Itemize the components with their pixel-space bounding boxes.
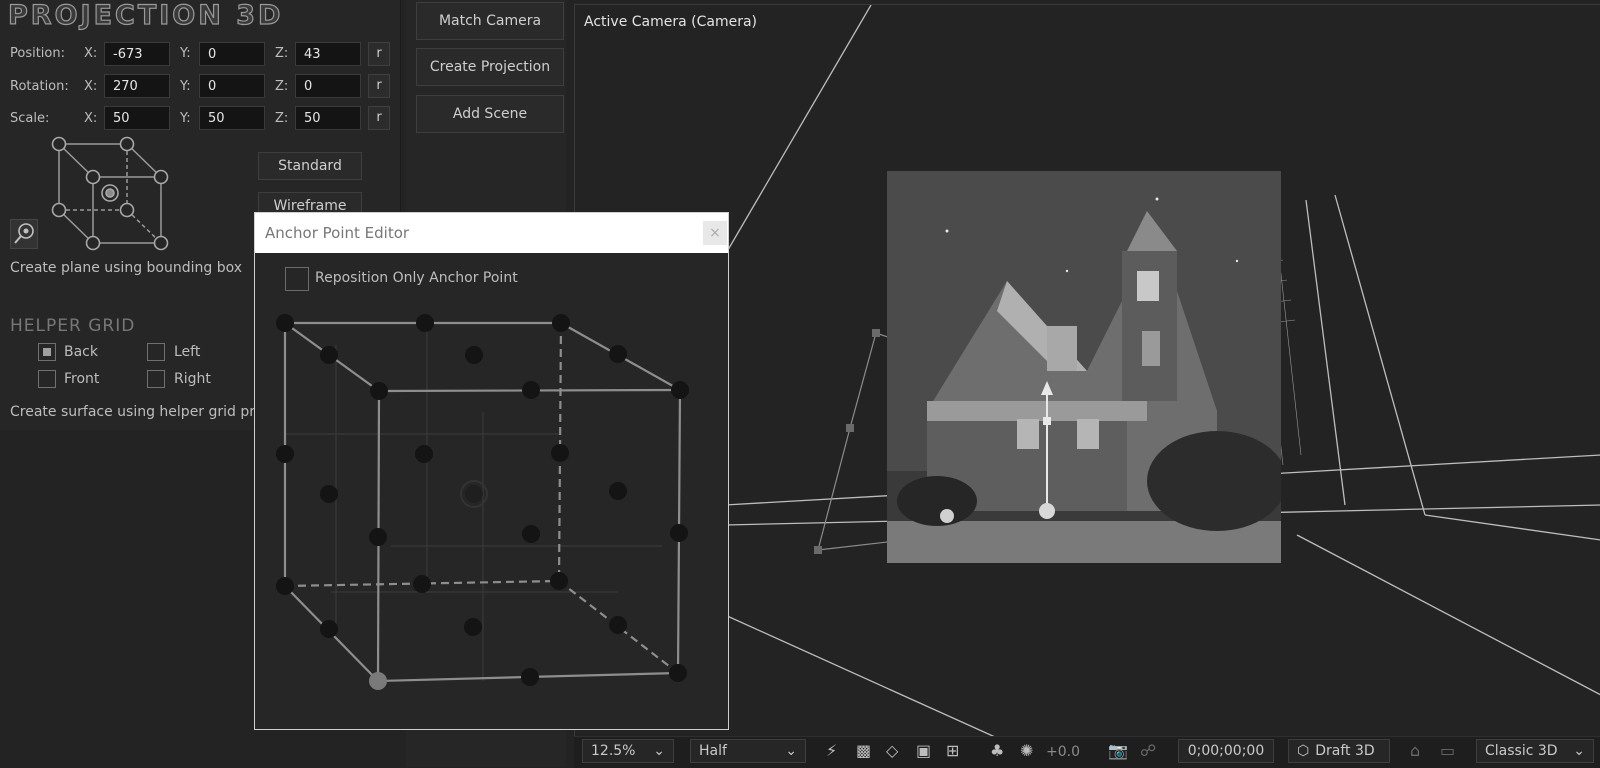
position-x-field[interactable]: -673: [104, 42, 170, 66]
mask-path-icon[interactable]: ◇: [886, 741, 898, 760]
scale-z-label: Z:: [275, 111, 289, 126]
exposure-value[interactable]: +0.0: [1046, 744, 1080, 760]
position-z-field[interactable]: 43: [295, 42, 361, 66]
position-y-field[interactable]: 0: [199, 42, 265, 66]
rotation-x-label: X:: [84, 79, 98, 94]
rotation-y-label: Y:: [180, 79, 191, 94]
mini-anchor-cube-icon[interactable]: [40, 130, 180, 258]
helper-grid-title: HELPER GRID: [10, 316, 136, 336]
chevron-down-icon: ⌄: [785, 743, 797, 759]
position-label: Position:: [10, 46, 65, 61]
position-z-label: Z:: [275, 46, 289, 61]
front-checkbox[interactable]: [38, 370, 56, 388]
projected-house-image[interactable]: [887, 171, 1281, 563]
left-checkbox[interactable]: [147, 343, 165, 361]
rotation-y-field[interactable]: 0: [199, 74, 265, 98]
transparency-grid-icon[interactable]: ▩: [856, 741, 871, 760]
draft-3d-label: Draft 3D: [1315, 743, 1375, 759]
scale-y-field[interactable]: 50: [199, 106, 265, 130]
bounding-box-text: Create plane using bounding box: [10, 260, 243, 276]
guides-icon[interactable]: ⊞: [946, 741, 959, 760]
draft-3d-toggle[interactable]: ⬡ Draft 3D: [1288, 739, 1390, 763]
scale-y-label: Y:: [180, 111, 191, 126]
rotation-x-field[interactable]: 270: [104, 74, 170, 98]
snapshot-camera-icon[interactable]: 📷: [1108, 741, 1128, 760]
cube-icon: ⬡: [1297, 743, 1310, 759]
rotation-z-label: Z:: [275, 79, 289, 94]
right-label: Right: [174, 371, 211, 387]
rotation-z-field[interactable]: 0: [295, 74, 361, 98]
reposition-only-label: Reposition Only Anchor Point: [315, 270, 518, 286]
show-snapshot-icon[interactable]: ☍: [1140, 741, 1156, 760]
chevron-down-icon: ⌄: [1573, 743, 1585, 759]
dialog-title: Anchor Point Editor: [265, 224, 410, 242]
renderer-value: Classic 3D: [1485, 743, 1558, 759]
helper-grid-surface-text: Create surface using helper grid prop: [10, 404, 273, 420]
position-x-label: X:: [84, 46, 98, 61]
right-checkbox[interactable]: [147, 370, 165, 388]
zoom-dropdown[interactable]: 12.5% ⌄: [582, 739, 674, 763]
match-camera-button[interactable]: Match Camera: [416, 2, 564, 40]
region-of-interest-icon[interactable]: ▣: [916, 741, 931, 760]
standard-button[interactable]: Standard: [258, 152, 362, 180]
renderer-dropdown[interactable]: Classic 3D ⌄: [1476, 739, 1594, 763]
create-projection-button[interactable]: Create Projection: [416, 48, 564, 86]
reposition-only-checkbox[interactable]: [285, 267, 309, 291]
3d-ground-plane-icon[interactable]: ⌂: [1410, 741, 1420, 760]
position-y-label: Y:: [180, 46, 191, 61]
back-checkbox[interactable]: [38, 343, 56, 361]
scale-z-field[interactable]: 50: [295, 106, 361, 130]
resolution-value: Half: [699, 743, 727, 759]
extended-viewer-icon[interactable]: ▭: [1440, 741, 1455, 760]
reset-exposure-icon[interactable]: ✺: [1020, 741, 1033, 760]
close-icon[interactable]: ×: [703, 221, 727, 245]
scale-x-label: X:: [84, 111, 98, 126]
anchor-point-cube-editor[interactable]: [275, 303, 715, 703]
scale-label: Scale:: [10, 111, 50, 126]
left-label: Left: [174, 344, 201, 360]
fast-preview-icon[interactable]: ⚡: [826, 741, 837, 760]
channel-icon[interactable]: ♣: [990, 741, 1004, 760]
position-reset-button[interactable]: r: [368, 42, 390, 66]
viewer-title: Active Camera (Camera): [584, 14, 758, 30]
back-label: Back: [64, 344, 98, 360]
chevron-down-icon: ⌄: [653, 743, 665, 759]
timecode-display[interactable]: 0;00;00;00: [1178, 739, 1274, 763]
add-scene-button[interactable]: Add Scene: [416, 95, 564, 133]
scale-reset-button[interactable]: r: [368, 106, 390, 130]
front-label: Front: [64, 371, 100, 387]
zoom-icon[interactable]: [10, 219, 38, 249]
zoom-value: 12.5%: [591, 743, 636, 759]
rotation-label: Rotation:: [10, 79, 69, 94]
rotation-reset-button[interactable]: r: [368, 74, 390, 98]
scale-x-field[interactable]: 50: [104, 106, 170, 130]
anchor-point-editor-dialog: Anchor Point Editor × Reposition Only An…: [254, 212, 729, 730]
logo-title: PROJECTION 3D: [7, 0, 284, 32]
resolution-dropdown[interactable]: Half ⌄: [690, 739, 806, 763]
dialog-title-bar[interactable]: Anchor Point Editor ×: [255, 213, 728, 253]
